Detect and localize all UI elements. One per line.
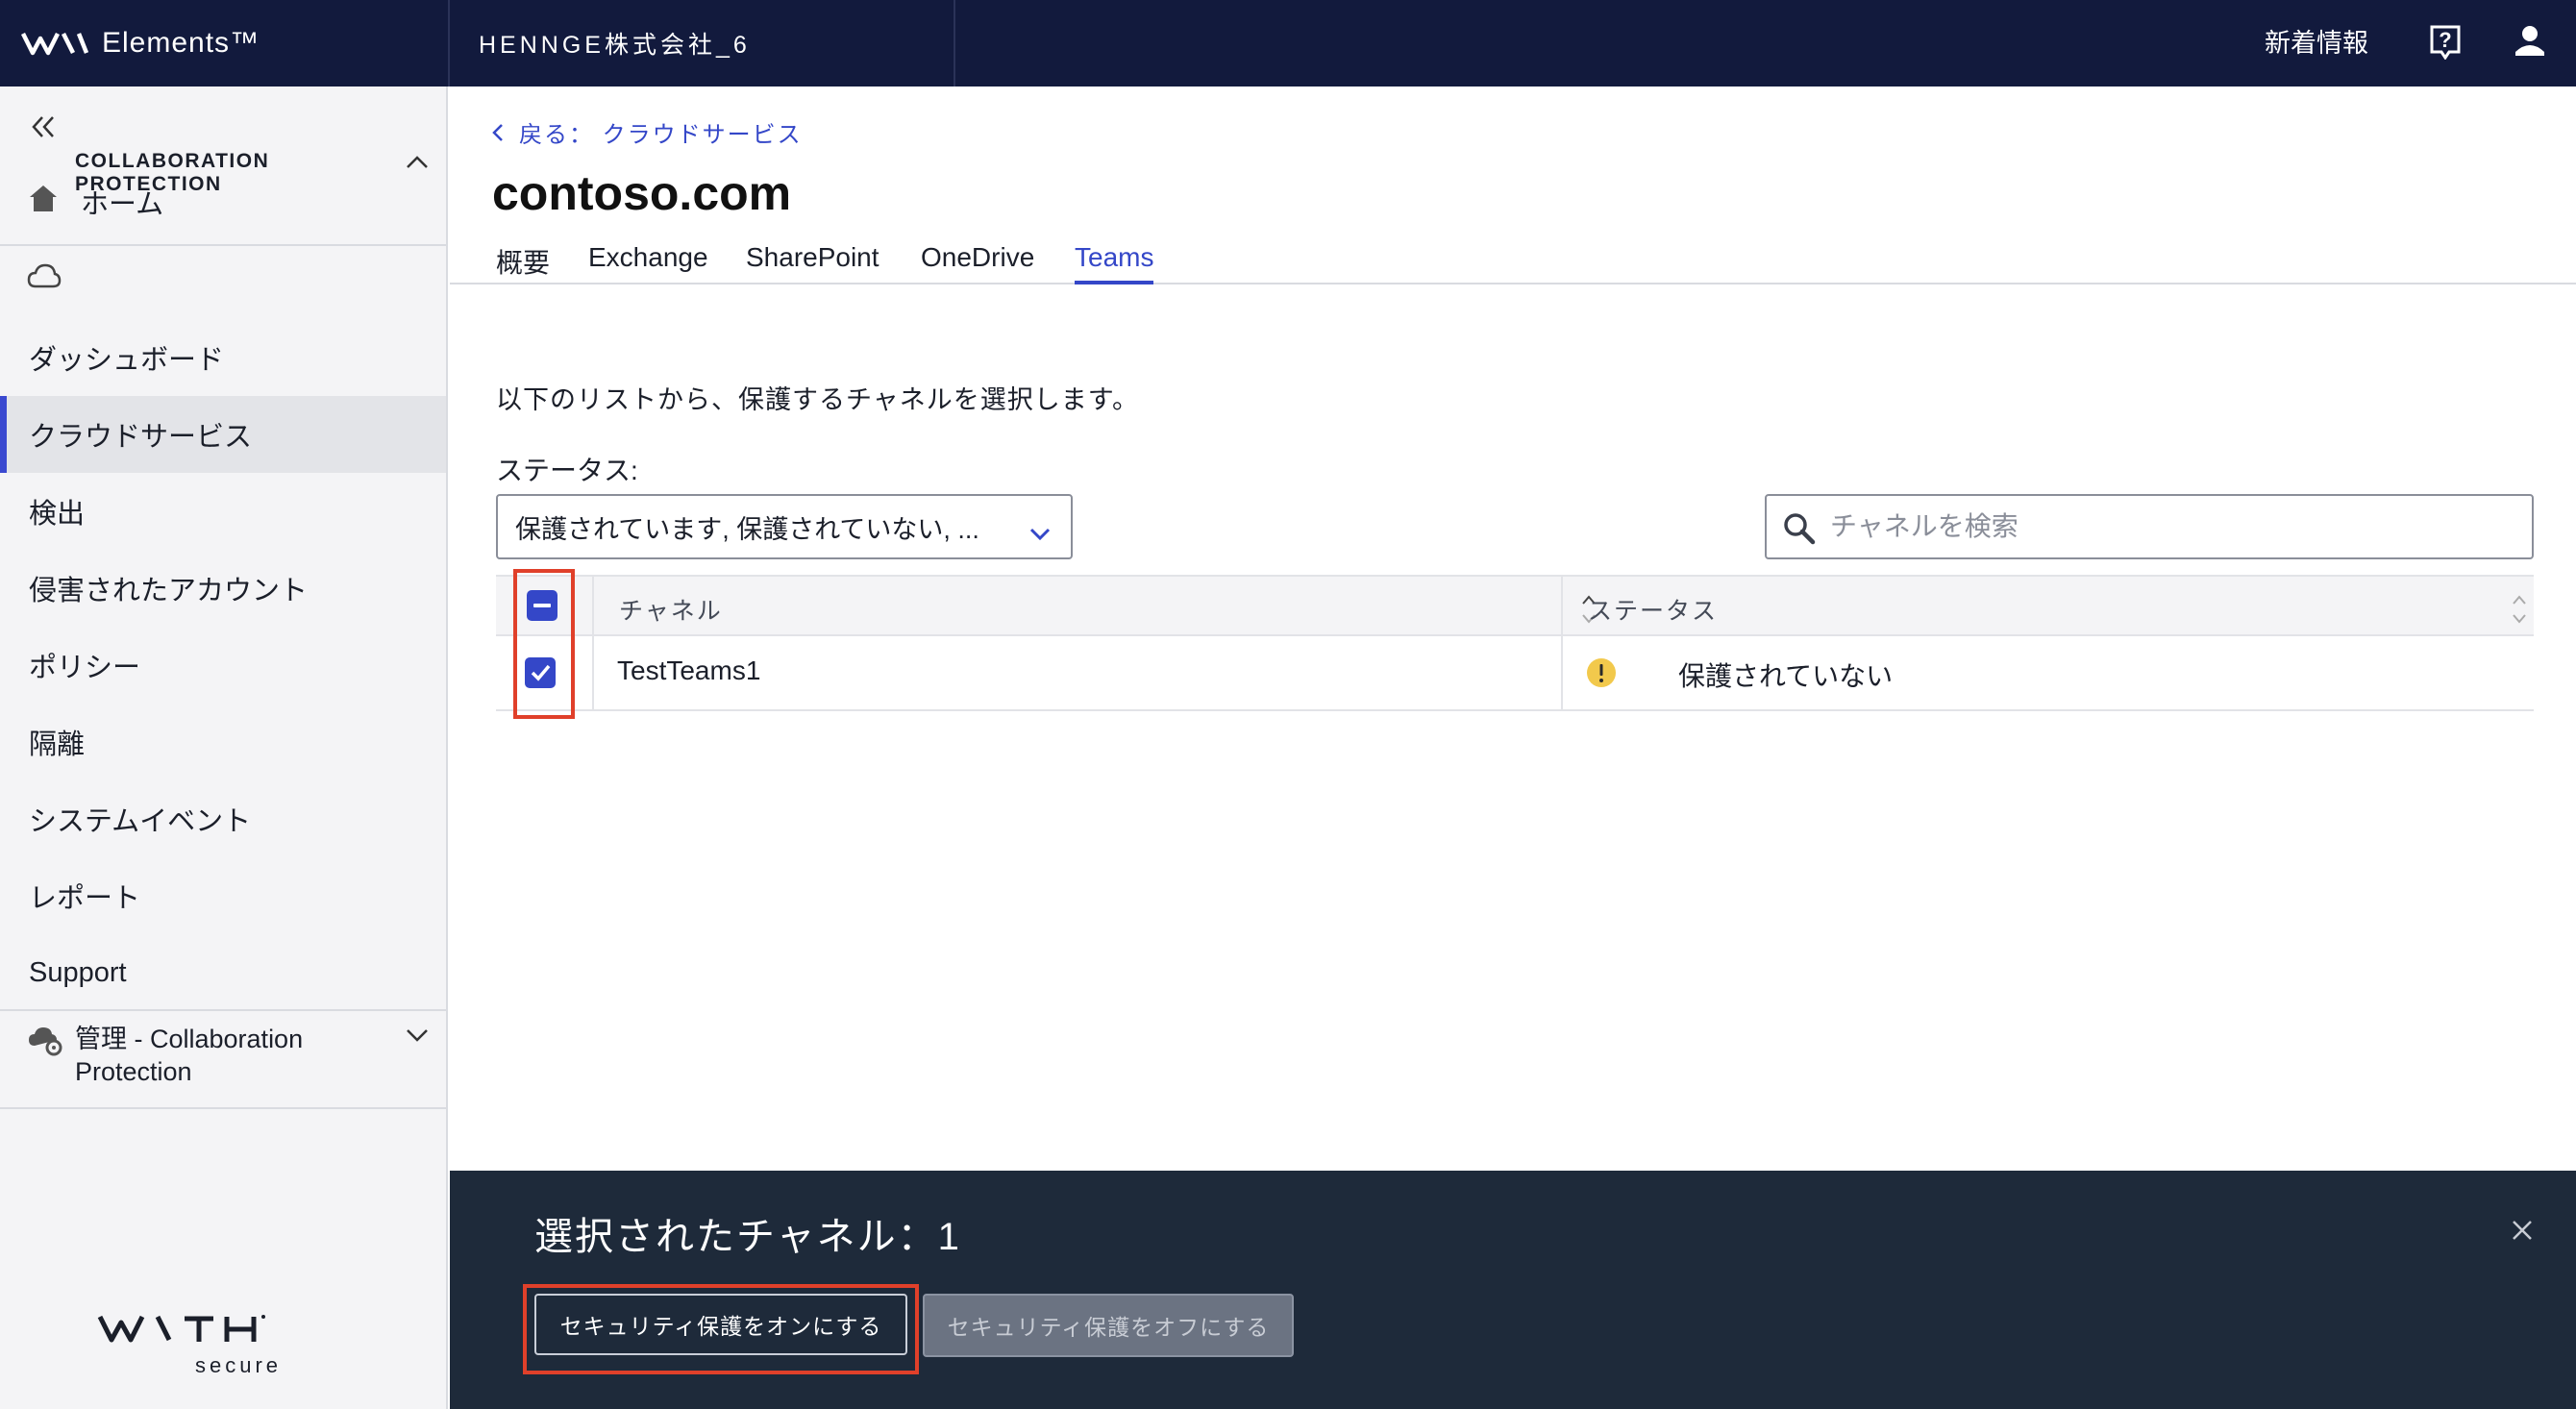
tab-sharepoint[interactable]: SharePoint	[746, 236, 879, 284]
search-input[interactable]	[1830, 511, 2503, 542]
withsecure-logo: secure	[96, 1307, 356, 1384]
sidebar-item-policies[interactable]: ポリシー	[0, 627, 446, 704]
channel-name: TestTeams1	[617, 655, 761, 685]
sidebar-item-label: 隔離	[29, 729, 86, 760]
search-icon	[1782, 511, 1817, 546]
channel-search[interactable]	[1765, 494, 2534, 559]
channels-table: チャネル ステータス TestTeams1 保護されていない	[496, 575, 2534, 711]
chevron-left-icon	[490, 121, 506, 144]
tab-onedrive[interactable]: OneDrive	[921, 236, 1034, 284]
sidebar-section-admin-label: 管理 - Collaboration Protection	[75, 1025, 304, 1086]
column-divider	[1561, 577, 1563, 638]
brand[interactable]: Elements™	[21, 0, 260, 87]
page-title: contoso.com	[492, 166, 792, 220]
column-header-status[interactable]: ステータス	[1588, 592, 1718, 627]
close-icon[interactable]	[2511, 1219, 2534, 1242]
cloud-icon	[27, 261, 62, 290]
column-divider	[1561, 636, 1563, 711]
brand-name: Elements™	[102, 27, 260, 59]
sort-icon[interactable]	[2511, 590, 2528, 629]
chevron-down-icon[interactable]	[404, 1025, 431, 1046]
organization-name[interactable]: HENNGE株式会社_6	[479, 0, 751, 87]
chevron-up-icon[interactable]	[404, 152, 431, 173]
sidebar-section-collaboration-protection[interactable]	[0, 246, 446, 327]
tab-overview[interactable]: 概要	[496, 236, 550, 284]
tab-exchange[interactable]: Exchange	[588, 236, 708, 284]
withsecure-w-logo-icon	[21, 31, 88, 56]
channel-status: 保護されていない	[1678, 661, 1894, 691]
column-divider	[592, 577, 594, 638]
divider	[0, 1107, 446, 1109]
sidebar-item-dashboard[interactable]: ダッシュボード	[0, 319, 446, 396]
sidebar-item-label: 侵害されたアカウント	[29, 576, 309, 606]
sidebar-item-label: クラウドサービス	[29, 422, 253, 453]
tab-bar: 概要 Exchange SharePoint OneDrive Teams	[450, 236, 2576, 284]
divider	[954, 0, 955, 87]
breadcrumb[interactable]: 戻る： クラウドサービス	[490, 115, 803, 149]
sidebar: ホーム COLLABORATION PROTECTION ダッシュボード クラウ…	[0, 87, 448, 1409]
disable-protection-button[interactable]: セキュリティ保護をオフにする	[923, 1294, 1294, 1357]
sidebar-item-system-events[interactable]: システムイベント	[0, 780, 446, 857]
selected-count-title: 選択されたチャネル：1	[534, 1216, 961, 1258]
sidebar-item-label: 検出	[29, 499, 86, 530]
cloud-gear-icon	[27, 1025, 63, 1057]
news-link[interactable]: 新着情報	[2265, 0, 2368, 81]
table-row[interactable]: TestTeams1 保護されていない	[496, 636, 2534, 711]
sidebar-item-detections[interactable]: 検出	[0, 473, 446, 550]
divider	[448, 0, 450, 87]
status-filter-value: 保護されています, 保護されていない, ...	[515, 514, 979, 544]
svg-text:secure: secure	[195, 1353, 282, 1377]
breadcrumb-label: 戻る： クラウドサービス	[519, 122, 803, 148]
sidebar-item-compromised-accounts[interactable]: 侵害されたアカウント	[0, 550, 446, 627]
tab-teams[interactable]: Teams	[1075, 236, 1154, 284]
table-header: チャネル ステータス	[496, 575, 2534, 638]
sidebar-section-title: COLLABORATION PROTECTION	[75, 150, 270, 195]
column-divider	[592, 636, 594, 711]
help-icon[interactable]: ?	[2428, 23, 2463, 61]
sidebar-item-label: ポリシー	[29, 653, 141, 683]
instruction-text: 以下のリストから、保護するチャネルを選択します。	[496, 385, 1140, 414]
user-icon[interactable]	[2513, 23, 2547, 60]
svg-text:?: ?	[2439, 28, 2451, 52]
status-filter-label: ステータス:	[496, 456, 638, 485]
highlight-box-checkboxes	[513, 569, 575, 719]
sidebar-item-label: レポート	[29, 883, 141, 914]
sidebar-item-label: システムイベント	[29, 806, 252, 837]
home-icon	[27, 183, 60, 221]
warning-icon	[1586, 657, 1617, 688]
top-bar: Elements™ HENNGE株式会社_6 新着情報 ?	[0, 0, 2576, 87]
column-header-channel[interactable]: チャネル	[619, 592, 723, 627]
sidebar-item-support[interactable]: Support	[0, 934, 446, 1011]
sidebar-item-label: ダッシュボード	[29, 345, 225, 376]
sidebar-item-cloud-services[interactable]: クラウドサービス	[0, 396, 446, 473]
sidebar-item-quarantine[interactable]: 隔離	[0, 704, 446, 780]
sidebar-item-label: Support	[29, 956, 127, 988]
status-filter-select[interactable]: 保護されています, 保護されていない, ...	[496, 494, 1073, 559]
chevron-down-icon	[1028, 519, 1052, 541]
highlight-box-enable-button	[523, 1284, 919, 1374]
collapse-sidebar-icon[interactable]	[29, 113, 58, 140]
sidebar-item-reports[interactable]: レポート	[0, 857, 446, 934]
